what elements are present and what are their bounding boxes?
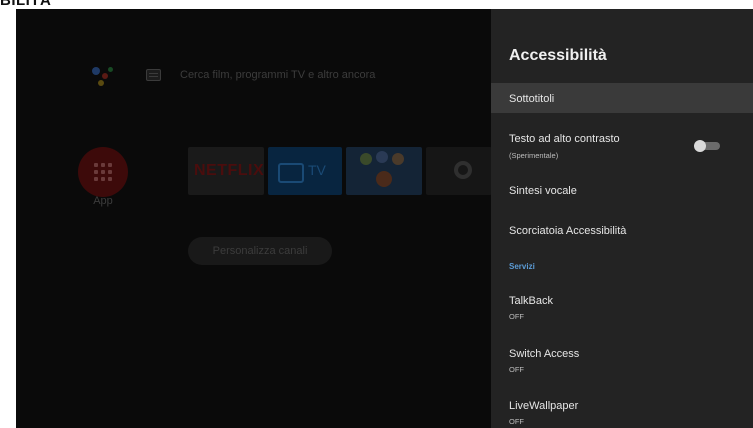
tv-icon — [278, 163, 304, 183]
netflix-tile[interactable]: NETFLIX — [188, 147, 264, 195]
settings-tile[interactable] — [426, 147, 492, 195]
netflix-logo: NETFLIX — [194, 162, 265, 179]
tv-label: TV — [308, 162, 326, 178]
menu-item-text-to-speech[interactable]: Sintesi vocale — [491, 177, 753, 205]
google-assistant-icon[interactable] — [88, 65, 116, 89]
apps-grid-icon[interactable] — [78, 147, 128, 197]
customize-channels-button[interactable]: Personalizza canali — [188, 237, 332, 265]
search-hint[interactable]: Cerca film, programmi TV e altro ancora — [180, 69, 375, 81]
service-item-livewallpaper[interactable]: LiveWallpaper OFF — [491, 394, 753, 428]
gear-icon — [454, 161, 472, 179]
apps-label: App — [93, 195, 113, 207]
menu-item-subtitles[interactable]: Sottotitoli — [491, 83, 753, 113]
service-item-talkback[interactable]: TalkBack OFF — [491, 289, 753, 325]
keyboard-icon[interactable] — [146, 69, 161, 81]
page-heading: BILITÀ — [0, 0, 52, 9]
service-item-switch-access[interactable]: Switch Access OFF — [491, 342, 753, 378]
menu-item-accessibility-shortcut[interactable]: Scorciatoia Accessibilità — [491, 217, 753, 245]
high-contrast-toggle[interactable] — [694, 140, 720, 152]
home-screen-dimmed: Cerca film, programmi TV e altro ancora … — [16, 9, 492, 428]
section-header-services: Servizi — [509, 262, 535, 271]
live-tv-tile[interactable]: TV — [268, 147, 342, 195]
panel-title: Accessibilità — [509, 47, 607, 64]
menu-item-high-contrast-text[interactable]: Testo ad alto contrasto (Sperimentale) — [491, 126, 753, 166]
media-app-tile[interactable] — [346, 147, 422, 195]
accessibility-panel: Accessibilità Sottotitoli Testo ad alto … — [491, 9, 753, 428]
tv-screen: Cerca film, programmi TV e altro ancora … — [16, 9, 753, 428]
